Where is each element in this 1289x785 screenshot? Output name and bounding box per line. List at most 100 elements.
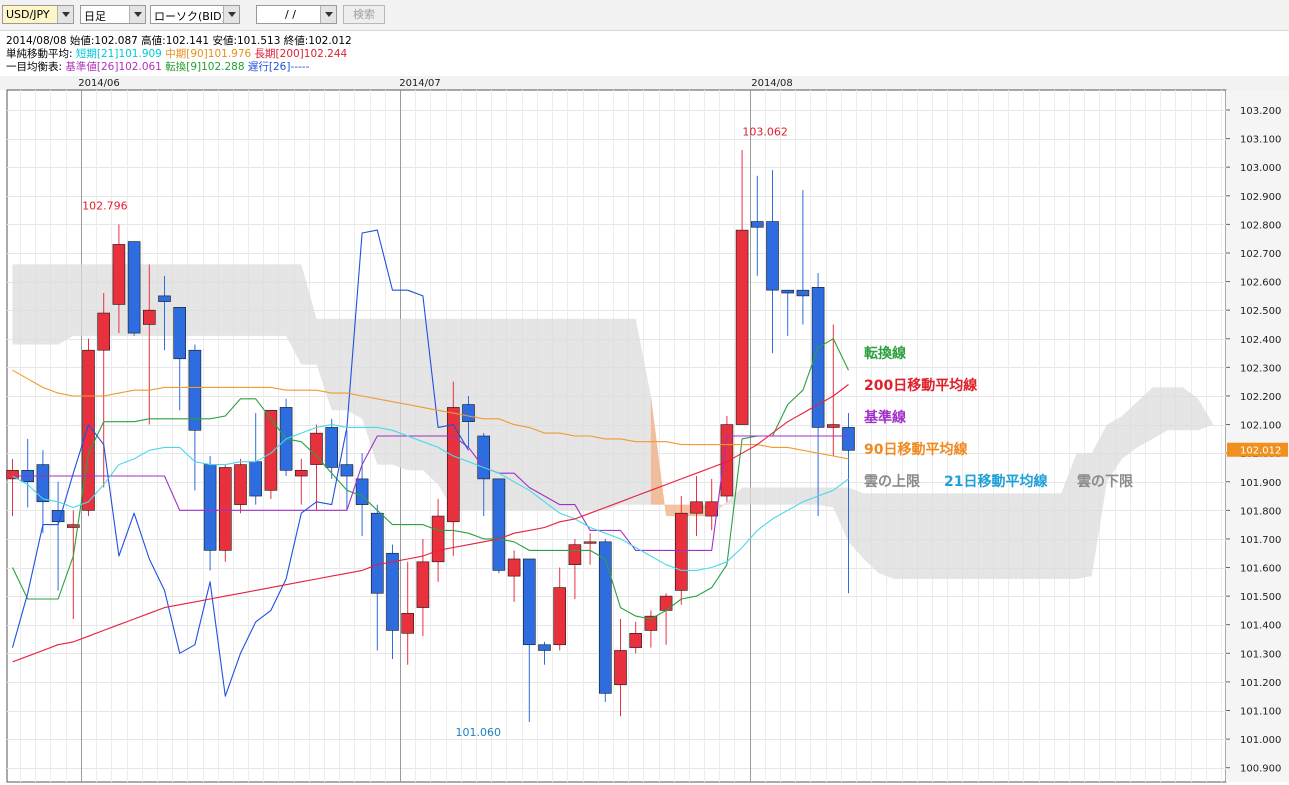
last-price-label: 102.012	[1240, 446, 1281, 457]
candle[interactable]	[598, 541, 612, 694]
candle[interactable]	[674, 512, 688, 591]
chevron-down-icon[interactable]	[129, 6, 145, 23]
date-axis-strip	[0, 76, 1289, 90]
candle[interactable]	[522, 558, 536, 646]
candle[interactable]	[750, 221, 764, 228]
candle[interactable]	[416, 561, 430, 608]
candle[interactable]	[219, 467, 232, 551]
chevron-down-icon[interactable]	[223, 6, 239, 23]
candle[interactable]	[97, 312, 110, 351]
y-tick-label: 103.100	[1240, 135, 1281, 146]
y-tick-label: 101.500	[1240, 592, 1281, 603]
candle[interactable]	[158, 295, 171, 302]
y-tick-label: 102.100	[1240, 421, 1281, 432]
currency-pair-select[interactable]: USD/JPY	[2, 5, 74, 24]
candle[interactable]	[614, 650, 627, 686]
date-input-value: / /	[285, 8, 296, 21]
y-tick-label: 102.700	[1240, 249, 1281, 260]
candle[interactable]	[492, 478, 506, 571]
x-tick-label: 2014/06	[78, 78, 120, 89]
candle[interactable]	[462, 404, 475, 423]
y-tick-label: 101.300	[1240, 649, 1281, 660]
currency-pair-value: USD/JPY	[6, 8, 50, 21]
candle[interactable]	[401, 612, 415, 634]
search-button[interactable]: 検索	[343, 5, 385, 24]
candle[interactable]	[826, 424, 840, 428]
timeframe-value: 日足	[84, 10, 106, 23]
price-annotation: 101.060	[456, 726, 502, 739]
price-annotation: 102.796	[82, 200, 128, 213]
candle[interactable]	[568, 544, 582, 565]
y-tick-label: 101.400	[1240, 621, 1281, 632]
candle[interactable]	[234, 464, 247, 505]
candle[interactable]	[370, 512, 384, 594]
candle[interactable]	[507, 558, 521, 577]
candle[interactable]	[264, 409, 278, 491]
y-tick-label: 102.200	[1240, 392, 1281, 403]
candle[interactable]	[553, 587, 567, 646]
timeframe-select[interactable]: 日足	[80, 5, 146, 24]
y-tick-label: 101.200	[1240, 678, 1281, 689]
candle[interactable]	[203, 464, 217, 551]
candle[interactable]	[781, 289, 795, 294]
legend-ma21: 21日移動平均線	[944, 473, 1047, 490]
price-annotation: 103.062	[742, 125, 788, 138]
candle[interactable]	[112, 244, 126, 305]
tenkan-value: 転換[9]102.288	[165, 61, 245, 73]
legend-tenkan: 転換線	[864, 345, 906, 362]
y-tick-label: 102.300	[1240, 363, 1281, 374]
chart-type-value: ローソク(BID)	[154, 10, 226, 23]
y-tick-label: 102.800	[1240, 220, 1281, 231]
candle[interactable]	[294, 470, 308, 477]
candle[interactable]	[477, 435, 491, 480]
date-input[interactable]: / /	[256, 5, 337, 24]
candle[interactable]	[386, 552, 399, 631]
legend-kijun: 基準線	[864, 409, 906, 426]
y-tick-label: 102.900	[1240, 192, 1281, 203]
legend-ma90: 90日移動平均線	[864, 441, 967, 458]
chikou-value: 遅行[26]-----	[247, 61, 310, 73]
x-tick-label: 2014/07	[399, 78, 441, 89]
candle[interactable]	[766, 221, 779, 291]
kijun-value: 基準値[26]102.061	[65, 61, 162, 73]
y-tick-label: 102.600	[1240, 278, 1281, 289]
candle[interactable]	[705, 501, 719, 517]
candle[interactable]	[355, 478, 369, 505]
candle[interactable]	[143, 309, 156, 325]
candle[interactable]	[127, 241, 141, 334]
y-tick-label: 102.400	[1240, 335, 1281, 346]
candle[interactable]	[310, 432, 323, 465]
ichimoku-label: 一目均衡表:	[6, 61, 63, 73]
ichimoku-readout: 一目均衡表: 基準値[26]102.061 転換[9]102.288 遅行[26…	[6, 59, 309, 74]
candle[interactable]	[735, 229, 749, 425]
x-tick-label: 2014/08	[751, 78, 793, 89]
chart-type-select[interactable]: ローソク(BID)	[150, 5, 240, 24]
y-tick-label: 101.900	[1240, 478, 1281, 489]
candle[interactable]	[796, 289, 810, 297]
candle[interactable]	[583, 541, 597, 544]
candle[interactable]	[249, 461, 262, 497]
candle[interactable]	[6, 470, 19, 480]
candle[interactable]	[690, 501, 703, 514]
calendar-dropdown-icon[interactable]	[320, 6, 336, 23]
candle[interactable]	[431, 515, 445, 563]
y-tick-label: 100.900	[1240, 764, 1281, 775]
candle[interactable]	[659, 595, 673, 611]
chevron-down-icon[interactable]	[57, 6, 73, 23]
y-tick-label: 101.800	[1240, 506, 1281, 517]
y-tick-label: 101.100	[1240, 707, 1281, 718]
y-tick-label: 103.200	[1240, 106, 1281, 117]
candle[interactable]	[325, 427, 339, 468]
candle[interactable]	[340, 464, 354, 477]
legend-cloud-lower: 雲の下限	[1077, 473, 1133, 490]
y-tick-label: 101.700	[1240, 535, 1281, 546]
candle[interactable]	[720, 424, 734, 497]
candle[interactable]	[36, 464, 50, 503]
candle[interactable]	[538, 644, 551, 651]
candle[interactable]	[842, 427, 855, 451]
candle[interactable]	[173, 307, 186, 360]
y-tick-label: 101.000	[1240, 735, 1281, 746]
price-chart[interactable]: 2014/06 2014/07 2014/08 102.796 103.062 101.0…	[0, 76, 1289, 785]
legend-ma200: 200日移動平均線	[864, 377, 977, 394]
candle[interactable]	[629, 633, 643, 648]
